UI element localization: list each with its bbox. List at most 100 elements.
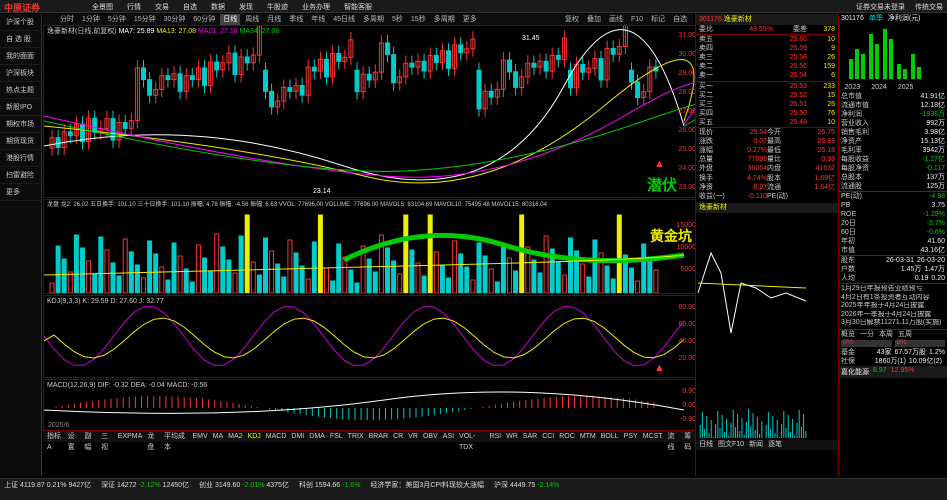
news-item[interactable]: 1月29日年报预告业绩预亏 [841, 285, 945, 294]
indicator-tab[interactable]: MACD [266, 431, 287, 442]
sidebar-item[interactable]: 沪深板块 [0, 65, 41, 82]
news-item[interactable]: 3月30日解禁11271.11万股(实施) [841, 319, 945, 328]
period-tab[interactable]: 30分钟 [161, 14, 189, 25]
indicator-tab[interactable]: EMV [192, 431, 207, 442]
indicator-tab[interactable]: SAR [523, 431, 537, 442]
sidebar-item[interactable]: 自 选 股 [0, 31, 41, 48]
sidebar-item[interactable]: 我的面面 [0, 48, 41, 65]
period-tab[interactable]: 月线 [264, 14, 284, 25]
period-tab[interactable]: 60分钟 [190, 14, 218, 25]
tool-button[interactable]: 标记 [651, 14, 665, 25]
tool-button[interactable]: 画线 [609, 14, 623, 25]
period-tab[interactable]: 分时 [57, 14, 77, 25]
period-tab[interactable]: 45日线 [330, 14, 358, 25]
menu-item[interactable]: 业务办理 [302, 2, 330, 12]
tool-button[interactable]: 复权 [565, 14, 579, 25]
indicator-tab[interactable]: 指标A [47, 431, 63, 451]
sidebar-item[interactable]: 沪深个股 [0, 14, 41, 31]
quote-tab[interactable]: 逐笔 [768, 440, 782, 450]
period-tab[interactable]: 多周期 [431, 14, 458, 25]
indicator-tab[interactable]: EXPMA [118, 431, 143, 442]
kdj-panel[interactable]: KDJ(9,3,3) K: 29.59 D: 27.60 J: 32.77 ▲ … [43, 295, 696, 378]
volume-panel[interactable]: 龙盘 龙2: 26.02 五日换手: 101.10 三十日换手: 101.10 … [43, 199, 696, 294]
indicator-tab[interactable]: ASI [443, 431, 454, 442]
indicator-tab[interactable]: PSY [624, 431, 638, 442]
menu-item[interactable]: 自选 [183, 2, 197, 12]
menu-item[interactable]: 交易 [155, 2, 169, 12]
macd-panel[interactable]: MACD(12,26,9) DIF: -0.32 DEA: -0.04 MACD… [43, 379, 696, 431]
indicator-tab[interactable]: 设置 [68, 431, 80, 451]
indicator-tab[interactable]: BOLL [601, 431, 619, 442]
indicator-tab[interactable]: KDJ [248, 431, 261, 442]
sidebar-item[interactable]: 期权市场 [0, 116, 41, 133]
indicator-tab[interactable]: MTM [580, 431, 596, 442]
period-tab[interactable]: 季线 [286, 14, 306, 25]
news-item[interactable]: 2026年一季报于4月24日披露 [841, 311, 945, 320]
period-tab[interactable]: 日线 [220, 14, 241, 25]
sidebar-item[interactable]: 港股行情 [0, 150, 41, 167]
tab-net-profit[interactable]: 净利润(元) [888, 14, 921, 24]
quote-tab[interactable]: 日线 [699, 440, 713, 450]
menu-item[interactable]: 智能客服 [344, 2, 372, 12]
indicator-tab[interactable]: 副幅 [84, 431, 96, 451]
indicator-tab[interactable]: 龙盘 [147, 431, 159, 451]
period-tab[interactable]: 15分钟 [131, 14, 159, 25]
period-tab[interactable]: 年线 [308, 14, 328, 25]
period-tab[interactable]: 多周期 [360, 14, 387, 25]
fund-tab[interactable]: 一分 [860, 330, 874, 339]
indicator-tab[interactable]: MCST [643, 431, 663, 442]
indicator-tab[interactable]: FSL [330, 431, 343, 442]
tab-quarter[interactable]: 单季 [869, 14, 883, 24]
indicator-tab[interactable]: CR [393, 431, 403, 442]
sidebar-item[interactable]: 期货现货 [0, 133, 41, 150]
fund-tab[interactable]: 五周 [898, 330, 912, 339]
indicator-tab[interactable]: 三视 [101, 431, 113, 451]
menu-item[interactable]: 数据 [211, 2, 225, 12]
indicator-tab[interactable]: DMA [309, 431, 325, 442]
indicator-tab[interactable]: ROC [559, 431, 575, 442]
related-stock[interactable]: 嘉化能源 8.97 12.95% [839, 365, 947, 378]
kline-panel[interactable]: 逸豪新材(日线,前复权) MA7: 25.89 MA13: 27.08 MA21… [43, 25, 696, 198]
period-tab[interactable]: 1分钟 [79, 14, 103, 25]
indicator-tab[interactable]: VR [408, 431, 418, 442]
period-tab[interactable]: 5分钟 [105, 14, 129, 25]
year-label: 2025 [897, 84, 914, 91]
period-tab[interactable]: 更多 [460, 14, 480, 25]
news-item[interactable]: 2025年年报于4月24日披露 [841, 302, 945, 311]
sidebar-item[interactable]: 热点主题 [0, 82, 41, 99]
menu-item[interactable]: 行情 [127, 2, 141, 12]
period-tab[interactable]: 15秒 [408, 14, 429, 25]
volume-bar [653, 269, 659, 293]
indicator-tab[interactable]: 流线 [668, 431, 680, 451]
indicator-tab[interactable]: BRAR [369, 431, 388, 442]
indicator-tab[interactable]: 平均成本 [164, 431, 187, 451]
quote-tab[interactable]: 图文F10 [718, 440, 744, 450]
menu-item[interactable]: 全景图 [92, 2, 113, 12]
tool-button[interactable]: 叠加 [587, 14, 601, 25]
fund-tab[interactable]: 概览 [841, 330, 855, 339]
indicator-tab[interactable]: VOL-TDX [459, 431, 484, 451]
tool-button[interactable]: 自选 [673, 14, 687, 25]
indicator-tab[interactable]: CCI [542, 431, 554, 442]
top-link[interactable]: 证券交易未登录 [856, 2, 905, 12]
candle [214, 61, 220, 71]
period-tab[interactable]: 周线 [242, 14, 262, 25]
sidebar-item[interactable]: 扫雷避险 [0, 167, 41, 184]
indicator-tab[interactable]: OBV [423, 431, 438, 442]
indicator-tab[interactable]: DMI [291, 431, 304, 442]
fund-tab[interactable]: 本周 [879, 330, 893, 339]
news-item[interactable]: 4月2日有1条投资者互动内容 [841, 294, 945, 303]
tool-button[interactable]: F10 [631, 14, 643, 25]
menu-item[interactable]: 牛股迹 [267, 2, 288, 12]
indicator-tab[interactable]: WR [506, 431, 518, 442]
period-tab[interactable]: 5秒 [389, 14, 406, 25]
sidebar-item[interactable]: 新股IPO [0, 99, 41, 116]
sidebar-item[interactable]: 更多 [0, 184, 41, 201]
indicator-tab[interactable]: MA [213, 431, 224, 442]
indicator-tab[interactable]: TRIX [348, 431, 364, 442]
indicator-tab[interactable]: MA2 [228, 431, 242, 442]
menu-item[interactable]: 发现 [239, 2, 253, 12]
indicator-tab[interactable]: RSI [489, 431, 501, 442]
quote-tab[interactable]: 新闻 [749, 440, 763, 450]
top-link[interactable]: 传统交易 [915, 2, 943, 12]
